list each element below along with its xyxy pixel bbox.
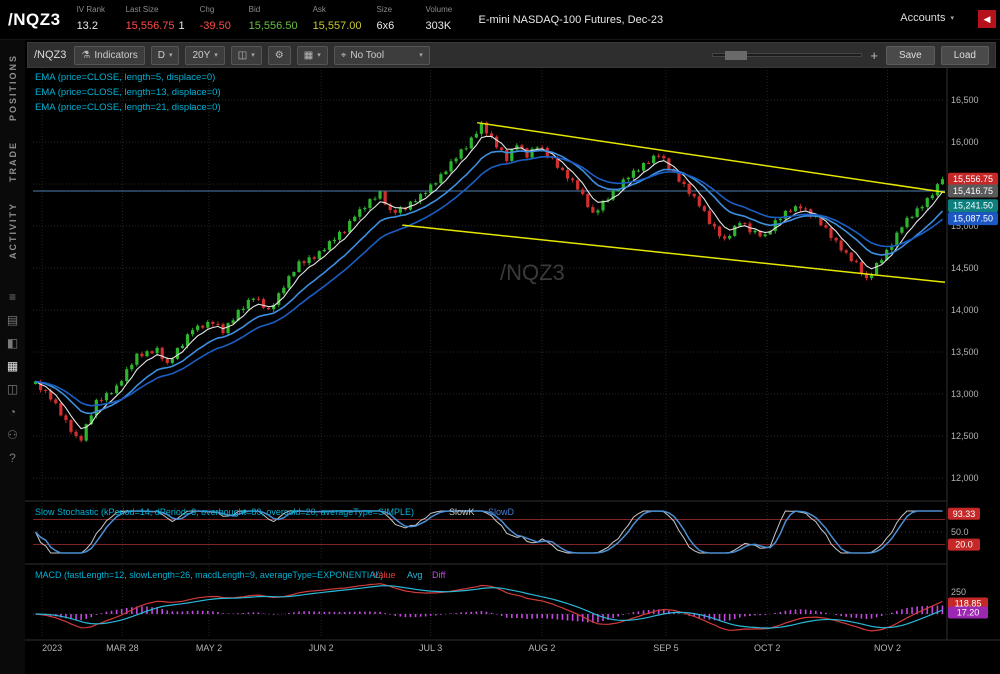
chart-canvas[interactable]: /NQZ3 16,50016,00015,50015,00014,50014,0…	[25, 68, 1000, 674]
quote-stat-last-size: Last Size 15,556.751	[126, 5, 185, 34]
svg-text:13,500: 13,500	[951, 347, 979, 357]
svg-text:15,556.75: 15,556.75	[953, 174, 993, 184]
svg-text:17.20: 17.20	[957, 607, 980, 617]
svg-text:13,000: 13,000	[951, 389, 979, 399]
chevron-down-icon: ▾	[214, 51, 218, 59]
quote-stat-chg: Chg -39.50	[200, 5, 234, 34]
timeframe-dropdown[interactable]: D ▾	[151, 46, 180, 65]
svg-text:15,087.50: 15,087.50	[953, 214, 993, 224]
toolbar-symbol-label: /NQZ3	[34, 49, 66, 61]
chart-icon[interactable]: ▦	[5, 360, 21, 373]
svg-text:20.0: 20.0	[955, 540, 973, 550]
macd-study-label: MACD (fastLength=12, slowLength=26, macd…	[35, 570, 383, 580]
zoom-slider-track[interactable]	[712, 53, 862, 57]
sidebar-tab-activity[interactable]: ACTIVITY	[8, 202, 18, 259]
range-dropdown[interactable]: 20Y ▾	[185, 46, 224, 65]
chart-style-dropdown[interactable]: ◫ ▾	[231, 46, 262, 65]
left-rail: POSITIONS TRADE ACTIVITY ≡ ▤ ◧ ▦ ◫ ◔ ⚇ ?	[0, 40, 25, 674]
svg-text:NOV 2: NOV 2	[874, 643, 901, 653]
time-axis[interactable]: 2023 MAR 28 MAY 2 JUN 2 JUL 3 AUG 2 SEP 5 OCT 2…	[42, 643, 901, 653]
macd-diff-legend: Diff	[432, 570, 446, 580]
macd-panel	[33, 584, 945, 631]
thinkorswim-window: /NQZ3 IV Rank 13.2 Last Size 15,556.751 …	[0, 0, 1000, 674]
gear-icon: ⚙	[275, 50, 284, 61]
svg-text:93.33: 93.33	[953, 509, 976, 519]
svg-text:JUN 2: JUN 2	[309, 643, 334, 653]
svg-text:OCT 2: OCT 2	[754, 643, 780, 653]
contract-description: E-mini NASDAQ-100 Futures, Dec-23	[479, 14, 664, 26]
indicators-button[interactable]: ⚗ Indicators	[74, 46, 144, 65]
chart-watermark: /NQZ3	[500, 260, 565, 285]
compare-icon: ▦	[304, 50, 313, 61]
crosshair-icon: ⌖	[341, 50, 347, 61]
macd-avg-legend: Avg	[407, 570, 422, 580]
stochastic-study-label: Slow Stochastic (kPeriod=14, dPeriod=3, …	[35, 507, 414, 517]
svg-text:15,416.75: 15,416.75	[953, 186, 993, 196]
flask-icon: ⚗	[81, 50, 90, 61]
quote-header: /NQZ3 IV Rank 13.2 Last Size 15,556.751 …	[0, 0, 1000, 40]
chart-settings-button[interactable]: ⚙	[268, 46, 291, 65]
trendline-drawings[interactable]	[402, 123, 945, 283]
quote-stat-iv-rank: IV Rank 13.2	[77, 5, 111, 34]
quote-stat-ask: Ask 15,557.00	[313, 5, 362, 34]
collapse-panel-button[interactable]: ◀	[978, 10, 996, 28]
chevron-down-icon: ▾	[169, 51, 173, 59]
drawing-tool-dropdown[interactable]: ⌖ No Tool ▾	[334, 46, 430, 65]
slowd-legend: SlowD	[488, 507, 515, 517]
zoom-slider-handle[interactable]	[725, 51, 747, 60]
compare-dropdown[interactable]: ▦ ▾	[297, 46, 328, 65]
svg-text:15,241.50: 15,241.50	[953, 201, 993, 211]
svg-text:14,500: 14,500	[951, 263, 979, 273]
sidebar-tab-trade[interactable]: TRADE	[8, 141, 18, 182]
stochastic-panel	[33, 511, 945, 553]
symbol-title: /NQZ3	[8, 10, 61, 30]
candlestick-style-icon: ◫	[238, 50, 247, 61]
zoom-slider[interactable]	[712, 53, 862, 57]
svg-text:250: 250	[951, 587, 966, 597]
quote-stat-size: Size 6x6	[377, 5, 411, 34]
watchlist-icon[interactable]: ▤	[5, 314, 21, 327]
svg-text:16,500: 16,500	[951, 95, 979, 105]
svg-text:50.0: 50.0	[951, 527, 969, 537]
grid-icon[interactable]: ◫	[5, 383, 21, 396]
menu-list-icon[interactable]: ≡	[5, 291, 21, 304]
macd-value-legend: Value	[373, 570, 395, 580]
sidebar-icon-column: ≡ ▤ ◧ ▦ ◫ ◔ ⚇ ?	[5, 291, 21, 465]
svg-text:12,000: 12,000	[951, 473, 979, 483]
chevron-down-icon: ▾	[317, 51, 321, 59]
ema21-study-label: EMA (price=CLOSE, length=21, displace=0)	[35, 102, 221, 113]
svg-text:AUG 2: AUG 2	[528, 643, 555, 653]
quote-stat-bid: Bid 15,556.50	[249, 5, 298, 34]
chart-content: /NQZ3 ⚗ Indicators D ▾ 20Y ▾ ◫ ▾	[25, 40, 1000, 674]
chevron-down-icon: ▾	[251, 51, 255, 59]
svg-text:MAY 2: MAY 2	[196, 643, 222, 653]
chart-toolbar: /NQZ3 ⚗ Indicators D ▾ 20Y ▾ ◫ ▾	[27, 42, 996, 68]
save-button[interactable]: Save	[886, 46, 935, 65]
grid-layer	[33, 70, 945, 638]
zoom-in-button[interactable]: +	[870, 48, 878, 63]
sidebar-tab-positions[interactable]: POSITIONS	[8, 54, 18, 121]
accounts-menu[interactable]: Accounts ▾	[900, 12, 954, 24]
svg-text:12,500: 12,500	[951, 431, 979, 441]
clock-icon[interactable]: ◔	[5, 406, 21, 419]
svg-text:SEP 5: SEP 5	[653, 643, 678, 653]
svg-text:16,000: 16,000	[951, 137, 979, 147]
load-button[interactable]: Load	[941, 46, 989, 65]
users-icon[interactable]: ⚇	[5, 429, 21, 442]
svg-text:MAR 28: MAR 28	[106, 643, 139, 653]
svg-text:2023: 2023	[42, 643, 62, 653]
ema5-study-label: EMA (price=CLOSE, length=5, displace=0)	[35, 72, 215, 83]
svg-text:14,000: 14,000	[951, 305, 979, 315]
arrow-left-icon: ◀	[984, 14, 991, 25]
ema-lines	[36, 136, 943, 428]
slowk-legend: SlowK	[449, 507, 475, 517]
notes-icon[interactable]: ◧	[5, 337, 21, 350]
ema13-study-label: EMA (price=CLOSE, length=13, displace=0)	[35, 87, 221, 98]
quote-stat-volume: Volume 303K	[426, 5, 460, 34]
svg-text:JUL 3: JUL 3	[419, 643, 442, 653]
help-icon[interactable]: ?	[5, 452, 21, 465]
chevron-down-icon: ▾	[419, 51, 423, 59]
chevron-down-icon: ▾	[950, 14, 954, 22]
